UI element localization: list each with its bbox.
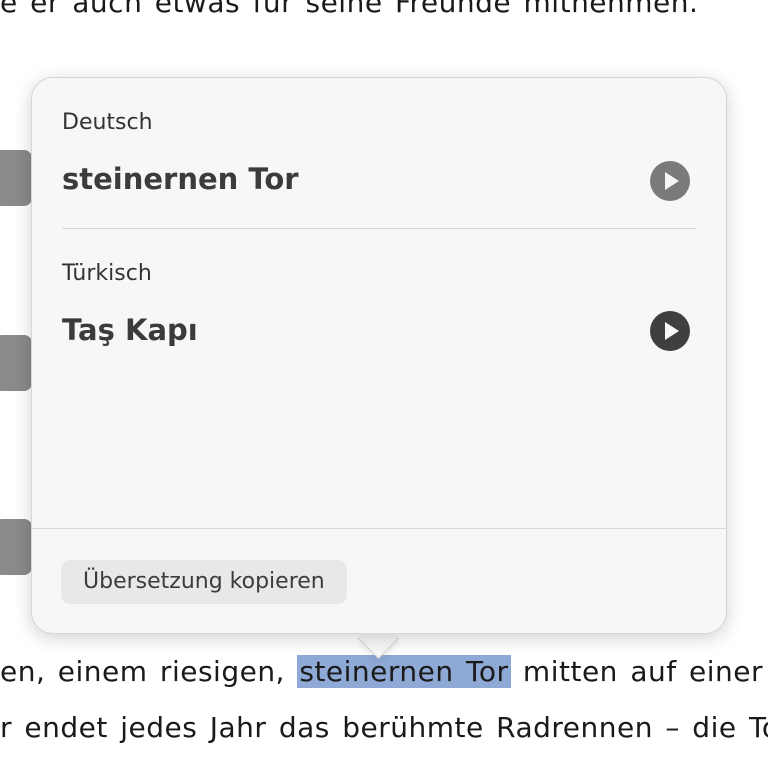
source-text: steinernen Tor (62, 162, 299, 196)
play-target-button[interactable] (650, 311, 690, 351)
copy-translation-button[interactable]: Übersetzung kopieren (61, 560, 347, 604)
document-text: en, einem riesigen, (0, 655, 298, 688)
play-icon (665, 322, 679, 340)
divider (62, 228, 696, 229)
document-text: mitten auf einer ries (522, 655, 768, 688)
document-line-top: e er auch etwas für seine Freunde mitneh… (0, 0, 699, 19)
play-source-button[interactable] (650, 161, 690, 201)
side-tab[interactable] (0, 335, 32, 391)
document-line-2: r endet jedes Jahr das berühmte Radrenne… (0, 711, 768, 744)
target-text: Taş Kapı (62, 313, 198, 347)
side-tab[interactable] (0, 519, 32, 575)
source-language-label: Deutsch (62, 110, 153, 135)
side-tab[interactable] (0, 150, 32, 206)
footer-divider (32, 528, 726, 529)
play-icon (665, 172, 679, 190)
target-language-label: Türkisch (62, 261, 152, 286)
document-line-1: en, einem riesigen, steinernen Tor mitte… (0, 655, 768, 688)
selected-text-highlight[interactable]: steinernen Tor (297, 655, 511, 688)
translation-popover: Deutsch steinernen Tor Türkisch Taş Kapı… (31, 77, 727, 634)
